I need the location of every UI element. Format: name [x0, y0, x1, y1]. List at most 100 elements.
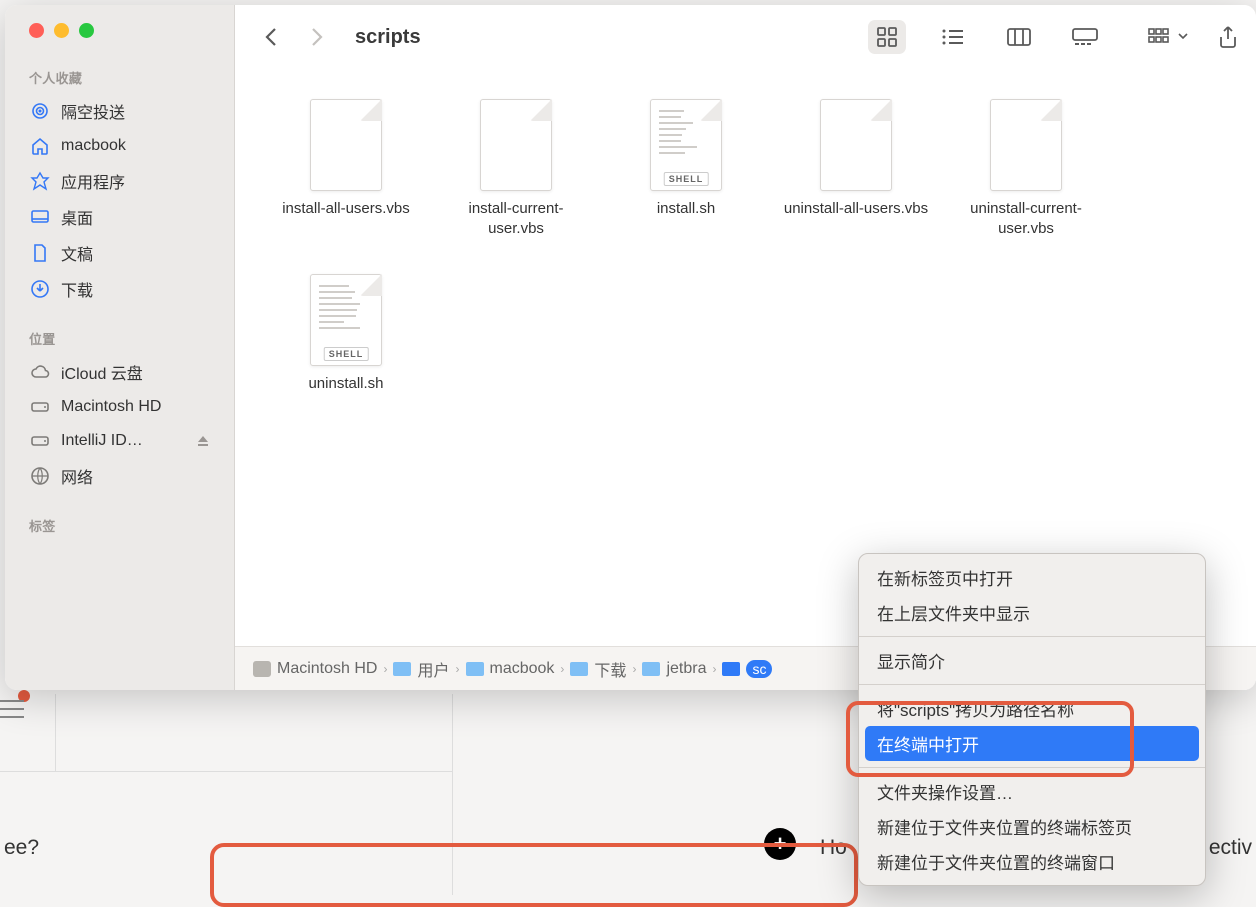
column-view-button[interactable]: [1000, 20, 1038, 54]
path-segment[interactable]: 用户: [393, 657, 449, 681]
download-icon: [29, 278, 51, 300]
context-menu-item[interactable]: 在上层文件夹中显示: [859, 595, 1205, 630]
path-segment-label: sc: [746, 660, 772, 678]
group-by-button[interactable]: [1148, 28, 1188, 46]
bg-text: ectiv: [1209, 836, 1252, 860]
file-item[interactable]: uninstall-current-user.vbs: [951, 99, 1101, 238]
path-segment[interactable]: macbook: [466, 660, 555, 678]
context-menu-item[interactable]: 显示简介: [859, 643, 1205, 678]
chevron-right-icon: ›: [632, 662, 636, 676]
path-segment-label: 用户: [417, 657, 449, 681]
context-menu-item[interactable]: 新建位于文件夹位置的终端标签页: [859, 809, 1205, 844]
gallery-view-button[interactable]: [1066, 20, 1104, 54]
minimize-button[interactable]: [54, 23, 69, 38]
eject-icon[interactable]: [196, 434, 210, 448]
file-label: uninstall-all-users.vbs: [784, 199, 928, 219]
sidebar-tags-section: 标签: [5, 512, 234, 541]
context-menu-item[interactable]: 在新标签页中打开: [859, 560, 1205, 595]
disk-icon: [253, 661, 271, 677]
context-menu-item[interactable]: 将"scripts"拷贝为路径名称: [859, 691, 1205, 726]
list-view-button[interactable]: [934, 20, 972, 54]
folder-icon: [570, 662, 588, 676]
sidebar-item-downloads[interactable]: 下载: [13, 271, 226, 307]
context-menu-item[interactable]: 新建位于文件夹位置的终端窗口: [859, 844, 1205, 879]
context-menu-separator: [859, 684, 1205, 685]
file-icon: [310, 99, 382, 191]
file-label: uninstall-current-user.vbs: [951, 199, 1101, 238]
document-icon: [29, 242, 51, 264]
context-menu-item[interactable]: 文件夹操作设置…: [859, 774, 1205, 809]
sidebar-section-header: 个人收藏: [13, 64, 226, 93]
sidebar-item-network[interactable]: 网络: [13, 458, 226, 494]
path-segment[interactable]: jetbra: [642, 660, 706, 678]
airdrop-icon: [29, 100, 51, 122]
window-title: scripts: [355, 26, 421, 49]
bg-divider: [55, 694, 56, 771]
context-menu-separator: [859, 636, 1205, 637]
sidebar-item-label: macbook: [61, 137, 126, 155]
view-switcher: [868, 20, 1104, 54]
folder-icon: [722, 662, 740, 676]
path-segment-label: macbook: [490, 660, 555, 678]
share-button[interactable]: [1218, 25, 1238, 49]
file-item[interactable]: install.sh: [611, 99, 761, 238]
folder-icon: [466, 662, 484, 676]
file-label: install-all-users.vbs: [282, 199, 410, 219]
sidebar-item-home[interactable]: macbook: [13, 129, 226, 163]
sidebar-section-header: 标签: [13, 512, 226, 541]
sidebar-item-documents[interactable]: 文稿: [13, 235, 226, 271]
sidebar: 个人收藏 隔空投送 macbook 应用程序 桌面 文稿: [5, 5, 235, 690]
path-segment-label: 下载: [594, 657, 626, 681]
bg-divider: [0, 771, 452, 772]
file-label: install.sh: [657, 199, 715, 219]
applications-icon: [29, 170, 51, 192]
file-icon: [650, 99, 722, 191]
sidebar-item-label: 文稿: [61, 241, 93, 265]
sidebar-item-icloud[interactable]: iCloud 云盘: [13, 354, 226, 390]
context-menu-separator: [859, 767, 1205, 768]
sidebar-section-header: 位置: [13, 325, 226, 354]
sidebar-item-label: 桌面: [61, 205, 93, 229]
maximize-button[interactable]: [79, 23, 94, 38]
file-label: uninstall.sh: [308, 374, 383, 394]
file-item[interactable]: install-all-users.vbs: [271, 99, 421, 238]
back-button[interactable]: [253, 19, 289, 55]
sidebar-item-macintosh-hd[interactable]: Macintosh HD: [13, 390, 226, 424]
chevron-right-icon: ›: [456, 662, 460, 676]
folder-icon: [393, 662, 411, 676]
sidebar-item-label: iCloud 云盘: [61, 360, 143, 384]
desktop-icon: [29, 206, 51, 228]
chevron-right-icon: ›: [383, 662, 387, 676]
sidebar-item-intellij[interactable]: IntelliJ ID…: [13, 424, 226, 458]
sidebar-item-label: Macintosh HD: [61, 398, 161, 416]
file-item[interactable]: uninstall-all-users.vbs: [781, 99, 931, 238]
sidebar-item-label: 隔空投送: [61, 99, 125, 123]
cloud-icon: [29, 361, 51, 383]
window-controls: [5, 23, 234, 38]
disk-icon: [29, 396, 51, 418]
close-button[interactable]: [29, 23, 44, 38]
file-icon: [310, 274, 382, 366]
path-segment[interactable]: sc: [722, 660, 772, 678]
context-menu-item[interactable]: 在终端中打开: [865, 726, 1199, 761]
sidebar-item-airdrop[interactable]: 隔空投送: [13, 93, 226, 129]
sidebar-item-applications[interactable]: 应用程序: [13, 163, 226, 199]
sidebar-favorites-section: 个人收藏 隔空投送 macbook 应用程序 桌面 文稿: [5, 64, 234, 307]
file-item[interactable]: uninstall.sh: [271, 274, 421, 394]
chevron-right-icon: ›: [560, 662, 564, 676]
path-segment-label: Macintosh HD: [277, 660, 377, 678]
path-segment[interactable]: Macintosh HD: [253, 660, 377, 678]
forward-button[interactable]: [299, 19, 335, 55]
file-icon: [990, 99, 1062, 191]
network-icon: [29, 465, 51, 487]
bg-hamburger-icon: [0, 700, 24, 724]
sidebar-item-desktop[interactable]: 桌面: [13, 199, 226, 235]
toolbar: scripts: [235, 5, 1256, 69]
file-label: install-current-user.vbs: [441, 199, 591, 238]
path-segment[interactable]: 下载: [570, 657, 626, 681]
house-icon: [29, 135, 51, 157]
file-item[interactable]: install-current-user.vbs: [441, 99, 591, 238]
icon-view-button[interactable]: [868, 20, 906, 54]
path-segment-label: jetbra: [666, 660, 706, 678]
sidebar-item-label: 网络: [61, 464, 93, 488]
